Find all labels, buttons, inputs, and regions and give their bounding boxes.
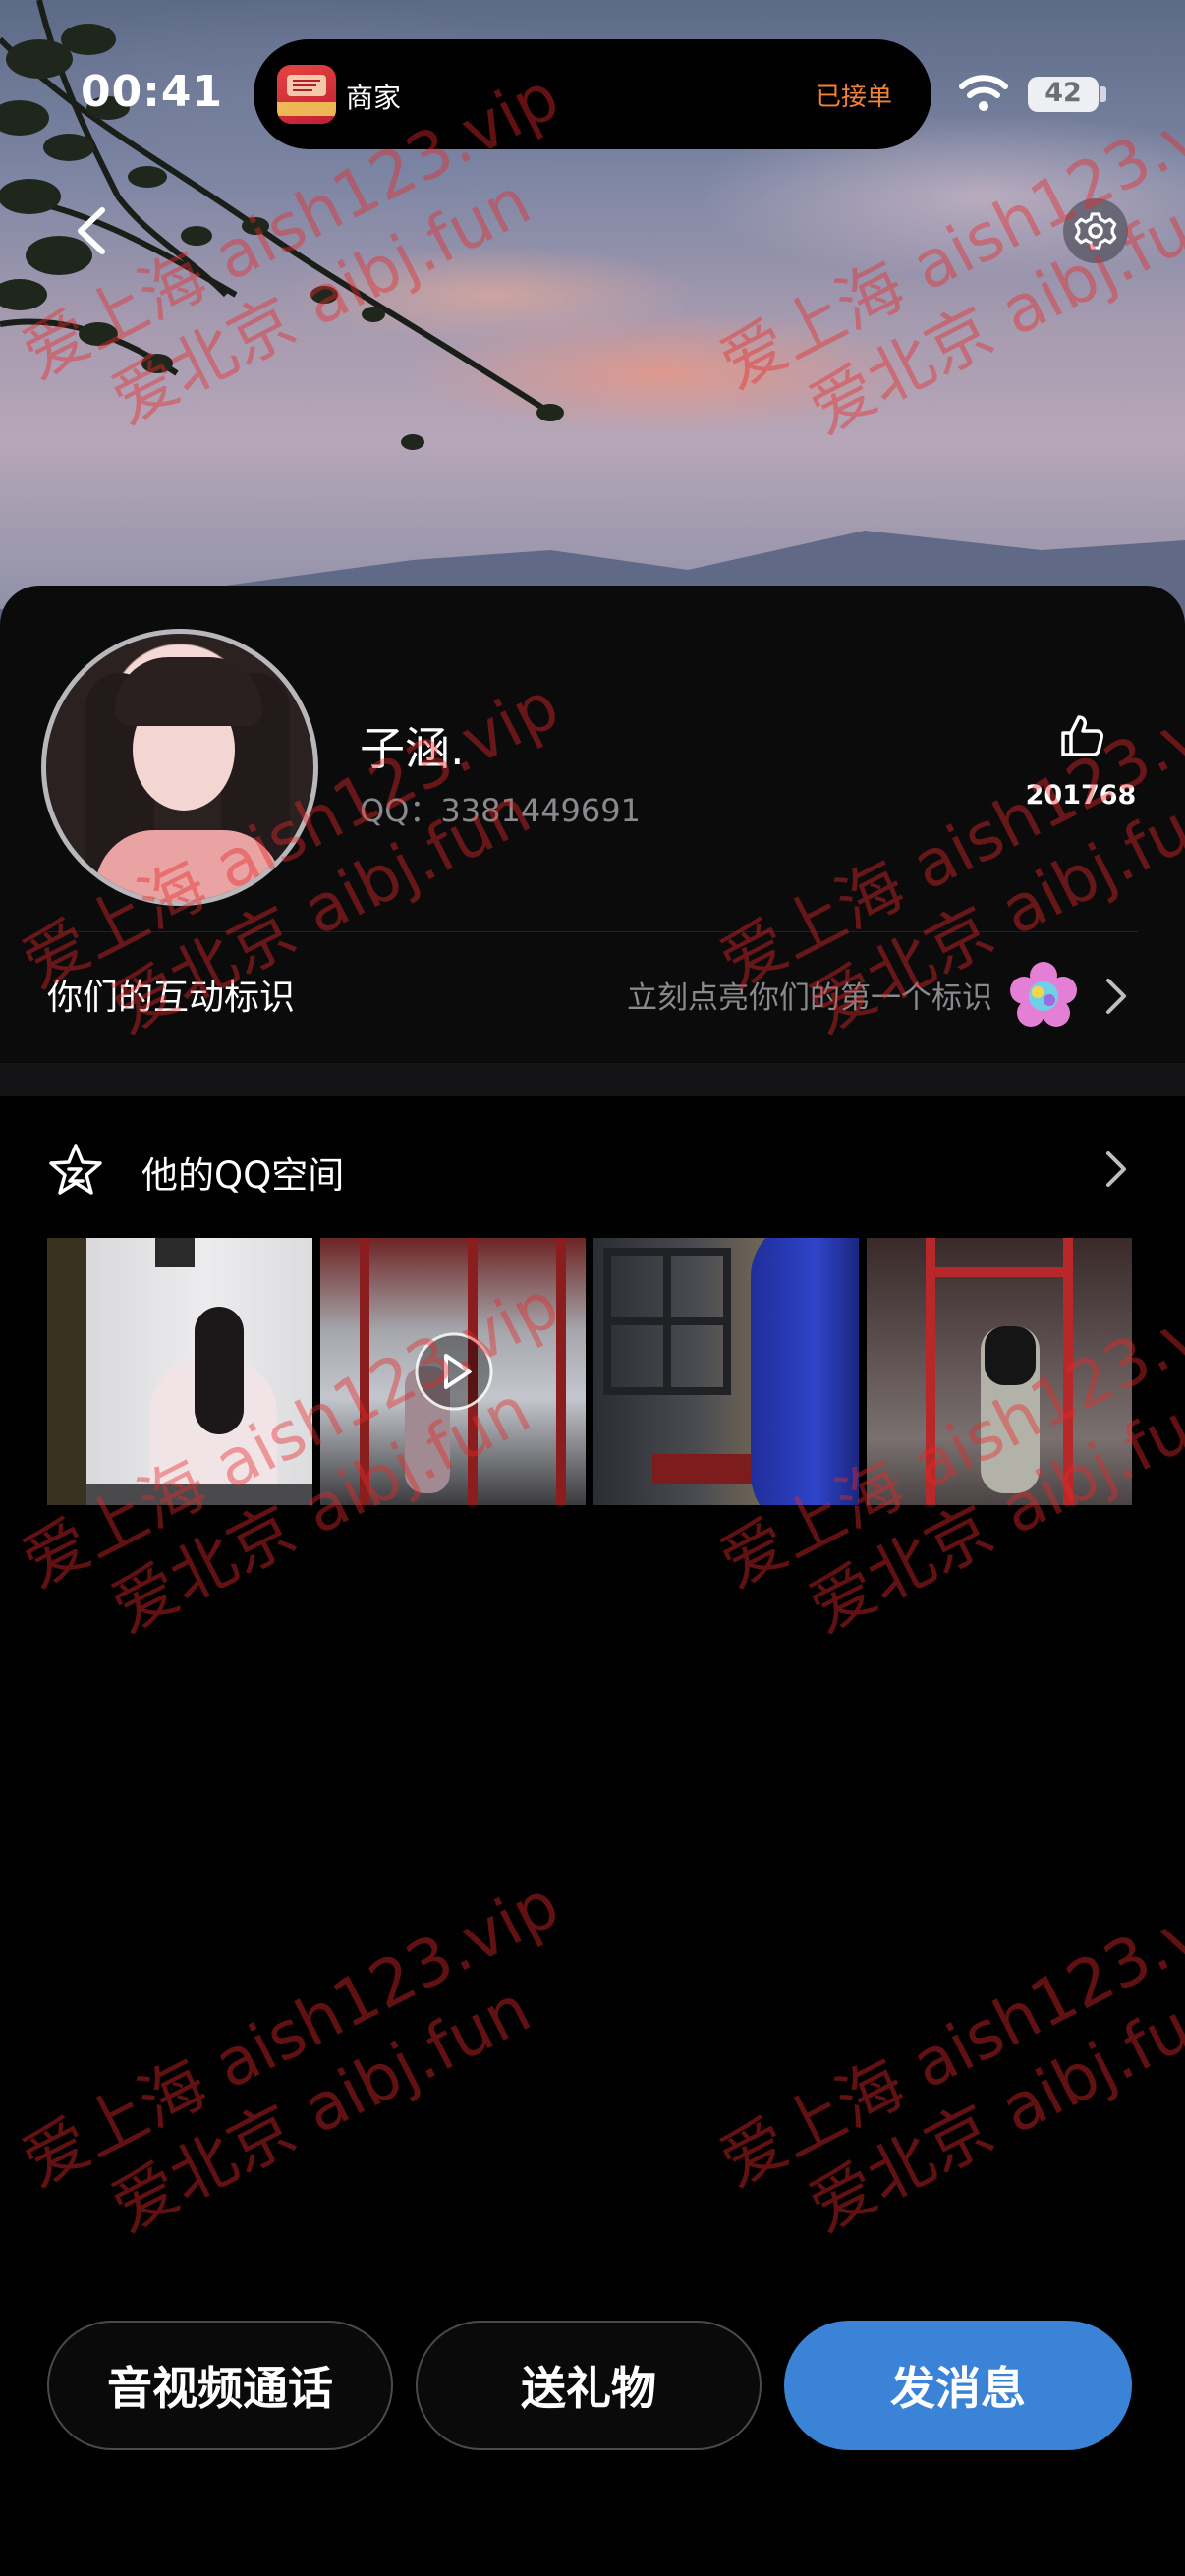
qzone-header[interactable]: 他的QQ空间 — [0, 1120, 1185, 1218]
qzone-photo-strip — [47, 1238, 1138, 1505]
photo-detail — [603, 1248, 731, 1395]
avatar[interactable] — [41, 629, 318, 906]
status-bar: 00:41 商家 已接单 42 — [0, 0, 1185, 177]
interaction-badge-row[interactable]: 你们的互动标识 立刻点亮你们的第一个标识 — [0, 949, 1185, 1043]
watermark: 爱上海 aish123.vip 爱北京 aibj.fun — [10, 1864, 608, 2275]
qq-number-line: QQ：3381449691 — [360, 786, 641, 831]
thumbs-up-icon — [1061, 715, 1103, 756]
battery-level: 42 — [1044, 78, 1082, 108]
app-icon-tagline — [277, 102, 336, 116]
photo-detail — [751, 1238, 859, 1505]
like-button[interactable]: 201768 — [1022, 713, 1140, 831]
settings-gear-icon[interactable] — [1061, 196, 1130, 265]
voice-video-call-button[interactable]: 音视频通话 — [47, 2321, 393, 2450]
qzone-title: 他的QQ空间 — [141, 1154, 345, 1197]
merchant-app-icon — [277, 65, 336, 124]
section-divider — [0, 1063, 1185, 1096]
photo-detail — [926, 1238, 935, 1505]
interaction-hint: 立刻点亮你们的第一个标识 — [627, 980, 992, 1016]
watermark: 爱上海 aish123.vip 爱北京 aibj.fun — [707, 1864, 1185, 2275]
send-message-button[interactable]: 发消息 — [784, 2321, 1132, 2450]
photo-detail — [360, 1238, 369, 1505]
watermark-line: 爱上海 aish123.vip — [707, 1866, 1185, 2202]
watermark-line: 爱上海 aish123.vip — [10, 1866, 571, 2202]
photo-detail — [926, 1267, 1073, 1277]
photo-detail — [155, 1238, 195, 1267]
battery-icon: 42 — [1028, 77, 1099, 112]
status-time: 00:41 — [81, 67, 224, 117]
avatar-bangs — [115, 657, 262, 726]
dynamic-island[interactable]: 商家 已接单 — [254, 39, 931, 149]
wifi-icon — [959, 75, 1008, 111]
profile-nickname: 子涵. — [360, 722, 465, 775]
flower-badge-icon — [1010, 962, 1077, 1027]
qq-label: QQ： — [360, 792, 441, 829]
photo-detail — [195, 1307, 244, 1434]
play-icon — [415, 1332, 493, 1411]
back-button[interactable] — [63, 196, 122, 265]
chevron-right-icon — [1106, 979, 1126, 1014]
qzone-photo-thumbnail[interactable] — [593, 1238, 859, 1505]
qzone-video-thumbnail[interactable] — [320, 1238, 586, 1505]
photo-detail — [86, 1484, 312, 1505]
qzone-photo-thumbnail[interactable] — [47, 1238, 312, 1505]
app-logo-seal — [287, 75, 326, 96]
qq-number: 3381449691 — [440, 792, 641, 829]
island-order-status: 已接单 — [815, 83, 892, 112]
chevron-right-icon — [1106, 1151, 1126, 1187]
photo-detail — [1063, 1238, 1073, 1505]
qzone-star-icon — [49, 1144, 102, 1195]
like-count: 201768 — [1025, 780, 1137, 811]
interaction-title: 你们的互动标识 — [47, 978, 296, 1018]
island-app-name: 商家 — [346, 82, 402, 114]
card-divider — [47, 931, 1138, 932]
watermark-line: 爱北京 aibj.fun — [797, 1971, 1185, 2247]
qzone-photo-thumbnail[interactable] — [867, 1238, 1132, 1505]
photo-detail — [985, 1326, 1036, 1385]
battery-cap — [1100, 86, 1106, 102]
profile-card: 子涵. QQ：3381449691 201768 你们的互动标识 立刻点亮你们的… — [0, 586, 1185, 1063]
photo-detail — [556, 1238, 566, 1505]
send-gift-button[interactable]: 送礼物 — [416, 2321, 762, 2450]
watermark-line: 爱北京 aibj.fun — [99, 1971, 542, 2247]
avatar-body — [95, 830, 282, 901]
